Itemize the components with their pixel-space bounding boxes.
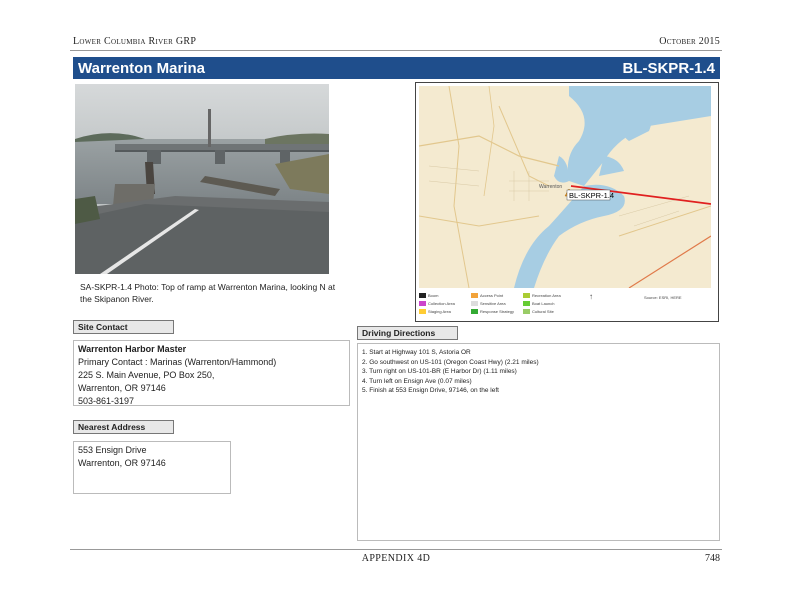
contact-name: Warrenton Harbor Master [78, 344, 187, 354]
legend-item: Sensitive Area [471, 301, 506, 306]
document-header-date: October 2015 [659, 36, 720, 47]
legend-swatch [471, 293, 478, 298]
direction-step: 2. Go southwest on US-101 (Oregon Coast … [362, 358, 539, 366]
legend-item: Response Strategy [471, 309, 514, 314]
legend-label: Sensitive Area [480, 301, 506, 306]
site-contact-label: Site Contact [73, 320, 174, 334]
page-number: 748 [705, 553, 720, 564]
contact-line: Primary Contact : Marinas (Warrenton/Ham… [78, 357, 277, 367]
document-header-title: Lower Columbia River GRP [73, 36, 197, 47]
nearest-address-label: Nearest Address [73, 420, 174, 434]
legend-label: Staging Area [428, 309, 451, 314]
north-arrow-icon: ↑ [589, 292, 593, 301]
direction-step: 1. Start at Highway 101 S, Astoria OR [362, 349, 471, 356]
legend-swatch [471, 309, 478, 314]
legend-item: Access Point [471, 293, 503, 298]
header-divider [70, 50, 722, 51]
direction-step: 3. Turn right on US-101-BR (E Harbor Dr)… [362, 368, 517, 375]
site-name: Warrenton Marina [78, 59, 205, 77]
svg-text:Warrenton: Warrenton [539, 184, 562, 190]
legend-label: Response Strategy [480, 309, 515, 314]
contact-line: 225 S. Main Avenue, PO Box 250, [78, 370, 215, 380]
legend-label: Cultural Site [532, 309, 554, 314]
legend-swatch [523, 301, 530, 306]
legend-item: Boat Launch [523, 301, 554, 306]
legend-label: Collection Area [428, 301, 455, 306]
footer-divider [70, 549, 722, 550]
address-line: Warrenton, OR 97146 [78, 458, 166, 468]
legend-item: Boom [419, 293, 438, 298]
legend-item: Collection Area [419, 301, 455, 306]
map-source-note: Source: ESRI, HERE [644, 295, 682, 300]
legend-swatch [523, 309, 530, 314]
legend-swatch [419, 309, 426, 314]
site-map[interactable]: BL-SKPR-1.4 Warrenton [419, 86, 711, 288]
footer-appendix: APPENDIX 4D [361, 553, 431, 564]
legend-item: Cultural Site [523, 309, 554, 314]
direction-step: 4. Turn left on Ensign Ave (0.07 miles) [362, 377, 472, 385]
photo-caption: SA-SKPR-1.4 Photo: Top of ramp at Warren… [80, 282, 336, 304]
site-contact-box: Warrenton Harbor Master Primary Contact … [73, 340, 350, 406]
legend-item: Staging Area [419, 309, 451, 314]
site-title-bar: Warrenton Marina BL-SKPR-1.4 [73, 57, 720, 79]
legend-item: Recreation Area [523, 293, 561, 298]
site-code: BL-SKPR-1.4 [622, 59, 715, 77]
legend-swatch [419, 301, 426, 306]
legend-label: Boat Launch [532, 301, 555, 306]
direction-step: 5. Finish at 553 Ensign Drive, 97146, on… [362, 387, 499, 394]
contact-line: Warrenton, OR 97146 [78, 383, 166, 393]
map-site-label: BL-SKPR-1.4 [569, 191, 614, 200]
legend-label: Recreation Area [532, 293, 561, 298]
driving-directions-label: Driving Directions [357, 326, 458, 340]
legend-label: Boom [428, 293, 439, 298]
driving-directions-box: 1. Start at Highway 101 S, Astoria OR 2.… [357, 343, 720, 541]
legend-label: Access Point [480, 293, 504, 298]
legend-swatch [523, 293, 530, 298]
legend-swatch [471, 301, 478, 306]
contact-phone: 503-861-3197 [78, 396, 135, 406]
address-line: 553 Ensign Drive [78, 445, 147, 455]
site-photo [75, 84, 329, 274]
legend-swatch [419, 293, 426, 298]
map-legend: Boom Collection Area Staging Area Access Po… [419, 290, 711, 318]
nearest-address-box: 553 Ensign Drive Warrenton, OR 97146 [73, 441, 231, 494]
